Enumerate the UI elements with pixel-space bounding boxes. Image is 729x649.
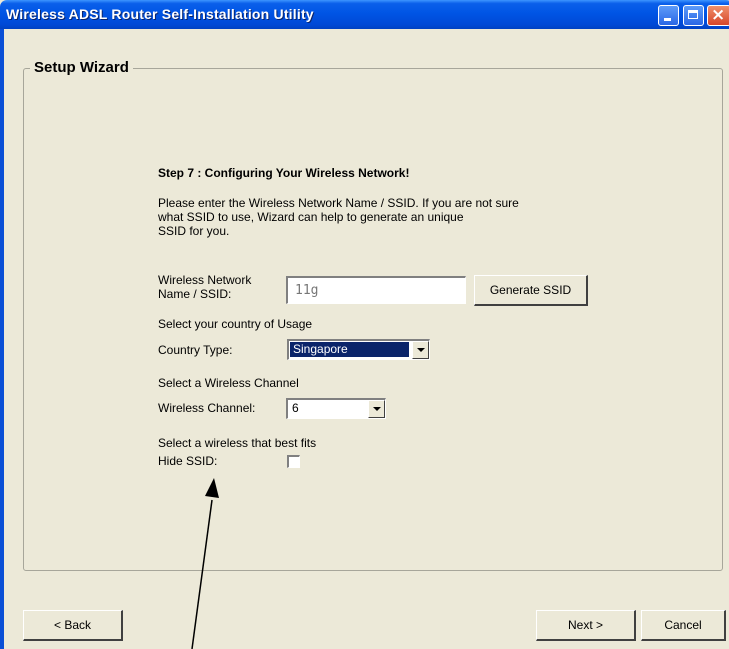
- ssid-label-line1: Wireless Network: [158, 273, 252, 287]
- next-button[interactable]: Next >: [536, 610, 636, 641]
- title-bar[interactable]: Wireless ADSL Router Self-Installation U…: [0, 0, 729, 29]
- hide-ssid-label: Hide SSID:: [158, 454, 218, 468]
- country-prompt: Select your country of Usage: [158, 317, 313, 331]
- wireless-channel-select[interactable]: 6: [286, 398, 386, 419]
- channel-dropdown-button[interactable]: [368, 400, 385, 418]
- window-frame-left: [0, 29, 4, 649]
- country-type-value: Singapore: [290, 342, 409, 357]
- back-button[interactable]: < Back: [23, 610, 123, 641]
- country-type-label: Country Type:: [158, 343, 233, 357]
- maximize-icon: [688, 10, 698, 19]
- ssid-field[interactable]: [286, 276, 466, 304]
- close-icon: ×: [711, 5, 726, 25]
- hide-ssid-checkbox[interactable]: [287, 455, 300, 468]
- cancel-button[interactable]: Cancel: [641, 610, 726, 641]
- close-button[interactable]: ×: [707, 5, 729, 26]
- instruction-line: Please enter the Wireless Network Name /…: [158, 196, 519, 210]
- step-title: Step 7 : Configuring Your Wireless Netwo…: [158, 166, 410, 180]
- generate-ssid-button[interactable]: Generate SSID: [474, 275, 588, 306]
- group-title: Setup Wizard: [30, 59, 133, 76]
- installer-window: Wireless ADSL Router Self-Installation U…: [0, 0, 729, 649]
- minimize-button[interactable]: [658, 5, 679, 26]
- window-title: Wireless ADSL Router Self-Installation U…: [6, 6, 314, 22]
- maximize-button[interactable]: [683, 5, 704, 26]
- hide-ssid-prompt: Select a wireless that best fits: [158, 436, 317, 450]
- chevron-down-icon: [417, 348, 425, 352]
- wireless-channel-label: Wireless Channel:: [158, 401, 256, 415]
- chevron-down-icon: [373, 407, 381, 411]
- ssid-input[interactable]: [288, 278, 465, 303]
- wireless-channel-value: 6: [292, 401, 299, 415]
- minimize-icon: [664, 18, 671, 21]
- channel-prompt: Select a Wireless Channel: [158, 376, 299, 390]
- setup-wizard-group: [23, 68, 723, 571]
- country-dropdown-button[interactable]: [412, 341, 429, 359]
- ssid-label-line2: Name / SSID:: [158, 287, 232, 301]
- country-type-select[interactable]: Singapore: [287, 339, 430, 360]
- instruction-line: what SSID to use, Wizard can help to gen…: [158, 210, 464, 224]
- instruction-line: SSID for you.: [158, 224, 230, 238]
